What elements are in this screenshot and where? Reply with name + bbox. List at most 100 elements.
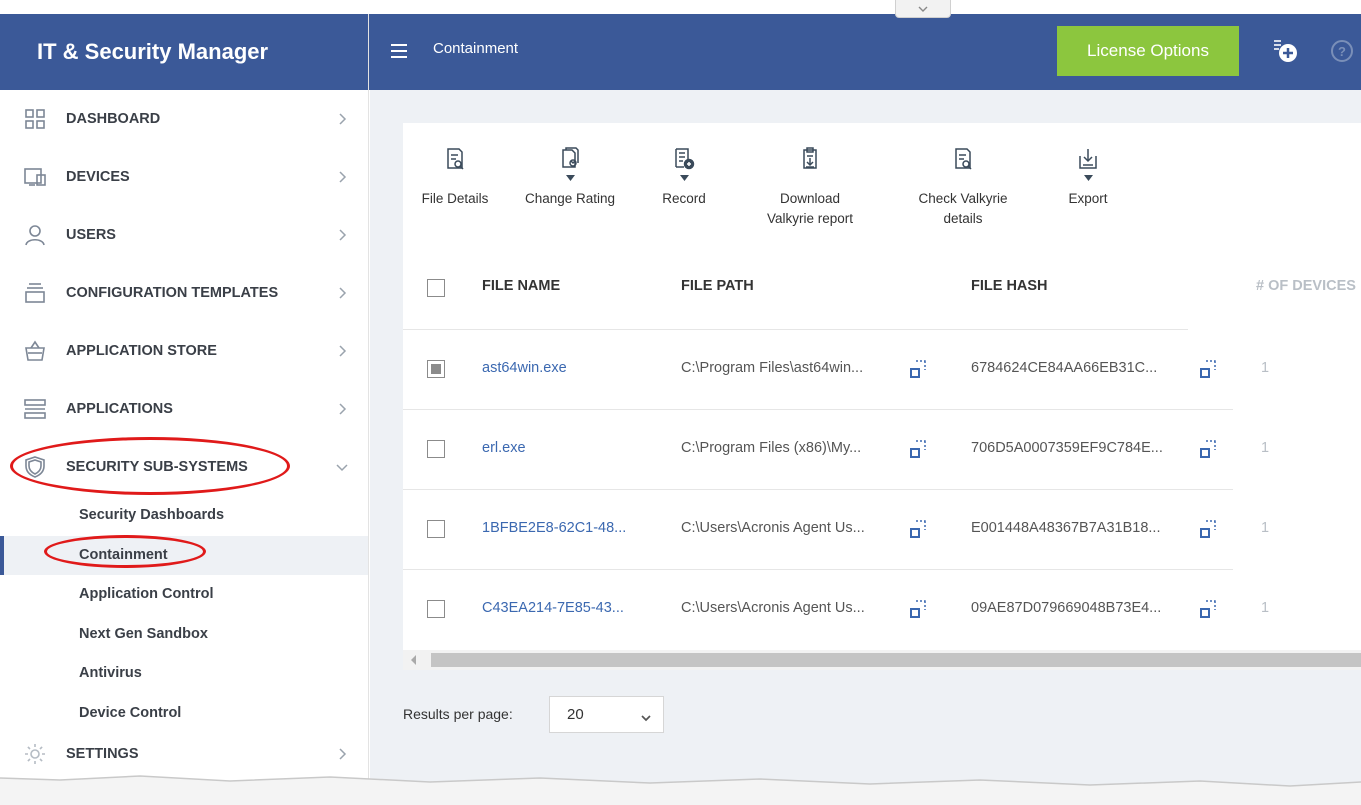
copy-hash-icon[interactable] [1198,598,1218,620]
copy-path-icon[interactable] [908,518,928,540]
device-count-cell: 1 [1261,600,1270,616]
add-notification-icon[interactable] [1271,36,1299,64]
sidebar-subitem-containment[interactable]: Containment [0,535,368,575]
sidebar-subitem-application-control[interactable]: Application Control [0,575,368,615]
help-icon[interactable]: ? [1329,38,1355,64]
sidebar-subitem-next-gen-sandbox[interactable]: Next Gen Sandbox [0,615,368,655]
scroll-left-arrow-icon[interactable] [411,655,416,665]
change-rating-icon [558,143,582,175]
record-button[interactable]: Record [653,143,715,209]
chevron-down-icon [640,710,652,722]
file-path-cell: C:\Users\Acronis Agent Us... [681,600,865,616]
row-checkbox[interactable] [427,360,445,378]
file-hash-cell: 6784624CE84AA66EB31C... [971,360,1158,376]
table-row[interactable]: C43EA214-7E85-43... C:\Users\Acronis Age… [403,570,1361,650]
scrollbar-thumb[interactable] [431,653,1361,667]
sidebar-item-label: SETTINGS [66,746,139,762]
row-checkbox[interactable] [427,600,445,618]
file-hash-cell: 09AE87D079669048B73E4... [971,600,1162,616]
device-count-cell: 1 [1261,360,1270,376]
file-hash-cell: E001448A48367B7A31B18... [971,520,1161,536]
gear-icon [22,741,48,767]
caret-down-icon [1083,175,1093,189]
templates-icon [22,280,48,306]
sidebar-item-label: SECURITY SUB-SYSTEMS [66,459,248,475]
sidebar-item-label: USERS [66,227,116,243]
chevron-right-icon [336,148,348,206]
sidebar-item-settings[interactable]: SETTINGS [0,733,368,775]
sidebar-subitem-device-control[interactable]: Device Control [0,694,368,734]
table-row[interactable]: 1BFBE2E8-62C1-48... C:\Users\Acronis Age… [403,490,1361,570]
store-basket-icon [22,338,48,364]
file-name-link[interactable]: 1BFBE2E8-62C1-48... [482,520,626,536]
results-per-page-select[interactable]: 20 [549,696,664,733]
svg-text:?: ? [1338,44,1346,59]
export-icon [1076,143,1100,175]
file-path-cell: C:\Users\Acronis Agent Us... [681,520,865,536]
chevron-right-icon [336,380,348,438]
file-name-link[interactable]: C43EA214-7E85-43... [482,600,624,616]
applications-icon [22,396,48,422]
copy-hash-icon[interactable] [1198,438,1218,460]
app-title: IT & Security Manager [0,14,368,90]
sidebar-item-security-sub-systems[interactable]: SECURITY SUB-SYSTEMS [0,438,368,496]
chevron-down-icon [918,0,928,18]
check-valkyrie-icon [951,143,975,175]
sidebar-subitem-security-dashboards[interactable]: Security Dashboards [0,496,368,536]
column-header-file-path[interactable]: FILE PATH [681,278,754,294]
select-all-checkbox[interactable] [427,279,445,297]
export-button[interactable]: Export [1058,143,1118,209]
collapse-header-tab[interactable] [895,0,951,18]
sidebar-item-users[interactable]: USERS [0,206,368,264]
column-header-device-count[interactable]: # OF DEVICES [1256,278,1356,294]
download-report-icon [798,143,822,175]
copy-hash-icon[interactable] [1198,518,1218,540]
sidebar-item-devices[interactable]: DEVICES [0,148,368,206]
containment-panel: File Details Change Rating Record Downlo… [403,123,1361,670]
security-submenu: Security Dashboards Containment Applicat… [0,496,368,733]
file-details-button[interactable]: File Details [415,143,495,209]
top-bar: Containment License Options ? [369,14,1361,90]
row-checkbox[interactable] [427,520,445,538]
copy-path-icon[interactable] [908,358,928,380]
chevron-right-icon [336,322,348,380]
file-path-cell: C:\Program Files\ast64win... [681,360,864,376]
results-per-page-value: 20 [567,706,584,723]
horizontal-scrollbar[interactable] [403,650,1361,670]
main-content: File Details Change Rating Record Downlo… [370,90,1361,805]
sidebar-item-label: DASHBOARD [66,111,161,127]
sidebar-item-applications[interactable]: APPLICATIONS [0,380,368,438]
table-row[interactable]: ast64win.exe C:\Program Files\ast64win..… [403,330,1361,410]
file-name-link[interactable]: ast64win.exe [482,360,567,376]
sidebar-item-label: APPLICATIONS [66,401,173,417]
sidebar-item-label: APPLICATION STORE [66,343,217,359]
column-header-file-hash[interactable]: FILE HASH [971,278,1048,294]
table-row[interactable]: erl.exe C:\Program Files (x86)\My... 706… [403,410,1361,490]
sidebar: IT & Security Manager DASHBOARD DEVICES … [0,14,369,805]
sidebar-item-label: CONFIGURATION TEMPLATES [66,285,279,301]
file-details-icon [443,143,467,175]
row-checkbox[interactable] [427,440,445,458]
column-header-file-name[interactable]: FILE NAME [482,278,560,294]
sidebar-item-application-store[interactable]: APPLICATION STORE [0,322,368,380]
check-valkyrie-details-button[interactable]: Check Valkyrie details [903,143,1023,229]
hamburger-menu-icon[interactable] [391,44,407,58]
record-icon [672,143,696,175]
copy-path-icon[interactable] [908,438,928,460]
results-per-page-label: Results per page: [403,706,513,722]
download-valkyrie-report-button[interactable]: Download Valkyrie report [750,143,870,229]
copy-hash-icon[interactable] [1198,358,1218,380]
change-rating-button[interactable]: Change Rating [515,143,625,209]
caret-down-icon [679,175,689,189]
chevron-right-icon [336,733,348,775]
sidebar-item-label: DEVICES [66,169,130,185]
device-count-cell: 1 [1261,520,1270,536]
sidebar-subitem-antivirus[interactable]: Antivirus [0,654,368,694]
file-name-link[interactable]: erl.exe [482,440,526,456]
sidebar-item-dashboard[interactable]: DASHBOARD [0,90,368,148]
devices-icon [22,164,48,190]
copy-path-icon[interactable] [908,598,928,620]
chevron-right-icon [336,206,348,264]
sidebar-item-configuration-templates[interactable]: CONFIGURATION TEMPLATES [0,264,368,322]
license-options-button[interactable]: License Options [1057,26,1239,76]
